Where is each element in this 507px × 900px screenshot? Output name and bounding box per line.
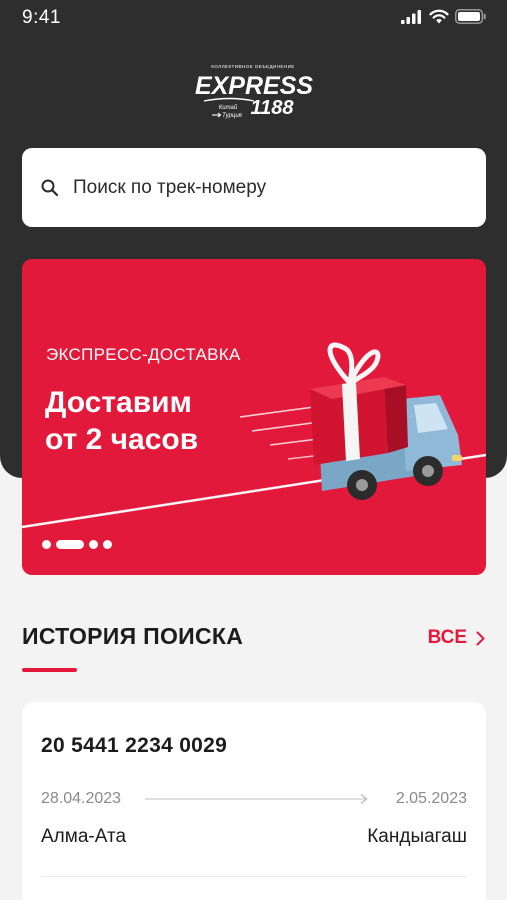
banner-title: Доставим от 2 часов (45, 384, 198, 458)
app-logo: КОЛЛЕКТИВНОЕ ОБЪЕДИНЕНИЕ EXPRESS 1188 Ки… (195, 64, 313, 119)
logo-brand: EXPRESS (195, 72, 313, 100)
carousel-indicator[interactable] (42, 540, 112, 549)
promo-banner[interactable]: ЭКСПРЕСС-ДОСТАВКА Доставим от 2 часов (22, 259, 486, 575)
history-card[interactable]: 20 5441 2234 0029 28.04.2023 2.05.2023 А… (22, 702, 486, 900)
logo-route-from: Китай (219, 104, 238, 111)
logo-tagline: КОЛЛЕКТИВНОЕ ОБЪЕДИНЕНИЕ (211, 64, 295, 69)
carousel-dot-active[interactable] (56, 540, 84, 549)
status-icons (401, 9, 487, 24)
carousel-dot[interactable] (42, 540, 51, 549)
search-placeholder: Поиск по трек-номеру (73, 176, 267, 198)
banner-title-line2: от 2 часов (45, 423, 199, 456)
section-title: ИСТОРИЯ ПОИСКА (22, 623, 244, 649)
battery-icon (455, 9, 486, 24)
status-time: 9:41 (22, 7, 61, 28)
carousel-dot[interactable] (89, 540, 98, 549)
signal-icon (401, 9, 421, 24)
section-underline (22, 668, 77, 672)
logo-route-to: Турция (222, 113, 243, 119)
city-to: Кандыагаш (367, 826, 467, 847)
see-all-button[interactable]: ВСЕ (428, 627, 485, 649)
track-number: 20 5441 2234 0029 (41, 734, 228, 757)
date-from: 28.04.2023 (41, 790, 122, 807)
chevron-right-icon (476, 631, 485, 645)
city-from: Алма-Ата (41, 826, 127, 847)
search-input[interactable]: Поиск по трек-номеру (22, 148, 486, 227)
wifi-icon (429, 9, 449, 24)
banner-kicker: ЭКСПРЕСС-ДОСТАВКА (46, 345, 241, 364)
banner-title-line1: Доставим (45, 386, 192, 419)
carousel-dot[interactable] (103, 540, 112, 549)
status-bar: 9:41 (0, 0, 507, 36)
see-all-label: ВСЕ (427, 627, 467, 648)
arrow-right-icon (145, 793, 368, 805)
logo-number: 1188 (250, 97, 294, 119)
card-divider (41, 876, 467, 877)
date-to: 2.05.2023 (395, 790, 467, 807)
search-icon (41, 179, 59, 196)
